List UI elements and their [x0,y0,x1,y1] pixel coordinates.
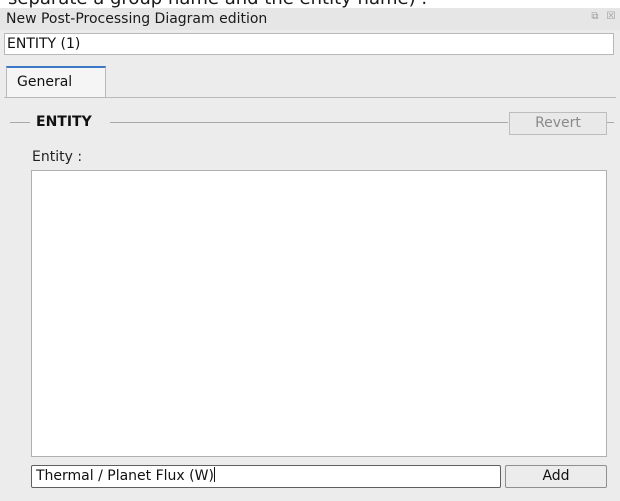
close-icon[interactable]: ☒ [606,12,616,22]
tab-strip: General [4,64,616,98]
group-title: ENTITY [30,111,98,133]
title-bar: New Post-Processing Diagram edition ⧉ ☒ [0,8,620,30]
diagram-edition-panel: New Post-Processing Diagram edition ⧉ ☒ … [0,8,620,501]
title-bar-buttons: ⧉ ☒ [590,12,616,22]
group-box-top-right-border [607,122,614,123]
float-icon[interactable]: ⧉ [590,12,600,22]
entity-title-field[interactable]: ENTITY (1) [4,33,614,55]
entity-input[interactable]: Thermal / Planet Flux (W) [31,465,501,488]
entity-list[interactable] [31,170,607,457]
group-box-top-left-border [10,122,30,123]
text-caret [213,467,215,482]
add-button[interactable]: Add [505,465,607,488]
tab-general[interactable]: General [6,66,106,97]
revert-button[interactable]: Revert [509,112,607,135]
window-title: New Post-Processing Diagram edition [6,11,268,27]
entity-input-value: Thermal / Planet Flux (W) [36,468,214,484]
group-box-top-border [110,122,508,123]
entity-label: Entity : [32,149,83,165]
